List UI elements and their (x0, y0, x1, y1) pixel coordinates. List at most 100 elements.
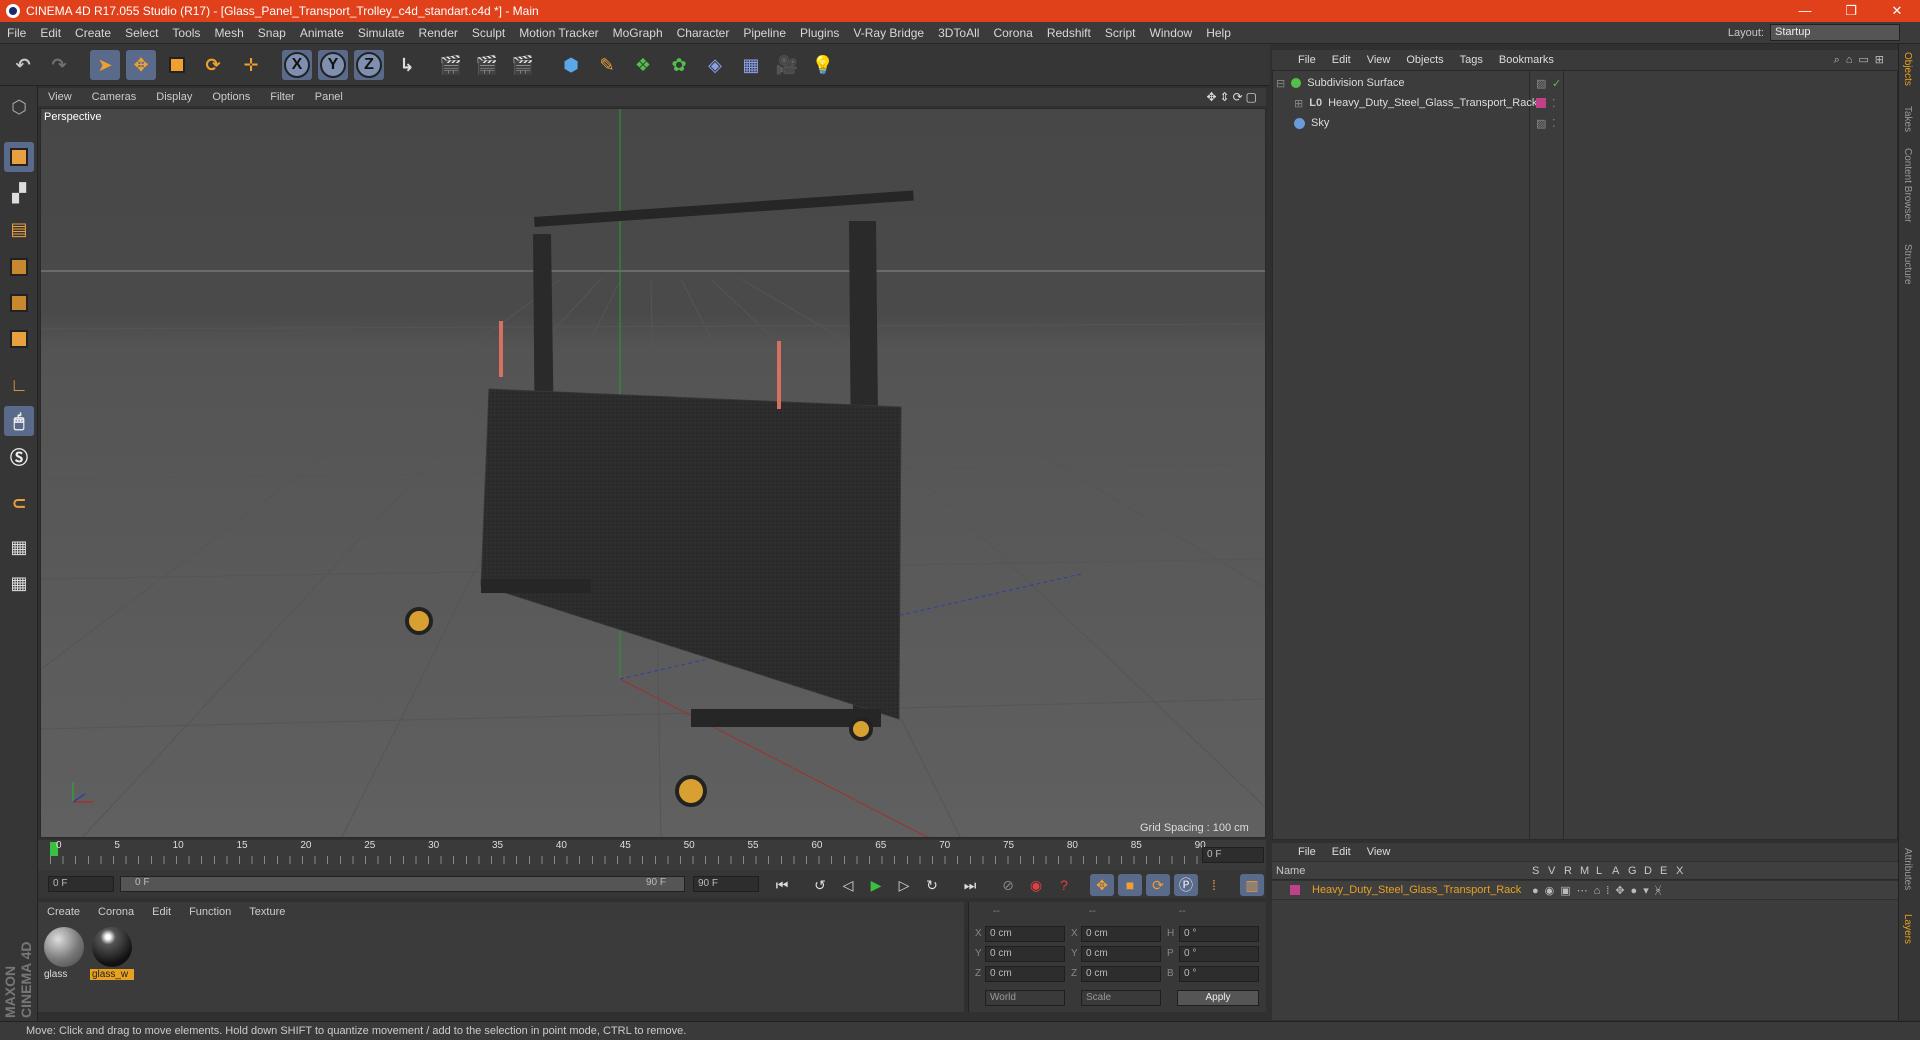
object-row-transport-rack[interactable]: ⊞ L0 Heavy_Duty_Steel_Glass_Transport_Ra… (1276, 94, 1894, 112)
material-menu-texture[interactable]: Texture (240, 906, 294, 918)
material-menu-function[interactable]: Function (180, 906, 240, 918)
objects-menu-file[interactable]: File (1272, 54, 1324, 66)
play-button[interactable]: ▶ (864, 874, 888, 896)
scale-button[interactable] (162, 50, 192, 80)
menu-create[interactable]: Create (68, 26, 118, 40)
viewport-menu-display[interactable]: Display (146, 91, 202, 103)
layers-menu-file[interactable]: File (1272, 846, 1324, 858)
render-settings-button[interactable]: 🎬 (508, 50, 538, 80)
lock-workplane-button[interactable]: ▦ (4, 532, 34, 562)
key-position-button[interactable]: ✥ (1090, 874, 1114, 896)
tab-objects[interactable]: Objects (1902, 52, 1913, 86)
live-selection-button[interactable]: ➤ (90, 50, 120, 80)
key-rotation-button[interactable]: ⟳ (1146, 874, 1170, 896)
previous-key-button[interactable]: ↺ (808, 874, 832, 896)
texture-mode-button[interactable]: ▞ (4, 178, 34, 208)
menu-motion-tracker[interactable]: Motion Tracker (512, 26, 605, 40)
menu-select[interactable]: Select (118, 26, 165, 40)
menu-simulate[interactable]: Simulate (351, 26, 412, 40)
move-button[interactable]: ✥ (126, 50, 156, 80)
mograph-cloner-button[interactable]: ✿ (664, 50, 694, 80)
menu-3dtoall[interactable]: 3DToAll (931, 26, 986, 40)
viewport-menu-cameras[interactable]: Cameras (82, 91, 147, 103)
menu-file[interactable]: File (0, 26, 33, 40)
render-view-button[interactable]: 🎬 (436, 50, 466, 80)
menu-mograph[interactable]: MoGraph (606, 26, 670, 40)
deformer-button[interactable]: ◈ (700, 50, 730, 80)
planar-workplane-button[interactable]: ▦ (4, 568, 34, 598)
make-editable-button[interactable]: ⬡ (4, 92, 34, 122)
tab-layers[interactable]: Layers (1902, 914, 1913, 944)
menu-vray-bridge[interactable]: V-Ray Bridge (846, 26, 931, 40)
viewport-menu-panel[interactable]: Panel (305, 91, 353, 103)
menu-redshift[interactable]: Redshift (1040, 26, 1098, 40)
tweak-mode-button[interactable]: 🖱 (4, 406, 34, 436)
tab-content-browser[interactable]: Content Browser (1902, 148, 1913, 222)
layer-row[interactable]: Heavy_Duty_Steel_Glass_Transport_Rack ●◉… (1272, 881, 1898, 899)
key-scale-button[interactable]: ■ (1118, 874, 1142, 896)
editor-visibility-icon[interactable]: ▨ (1536, 117, 1546, 130)
viewport-menu-filter[interactable]: Filter (260, 91, 304, 103)
enabled-check-icon[interactable]: ✓ (1552, 77, 1561, 90)
material-menu-corona[interactable]: Corona (89, 906, 143, 918)
close-button[interactable]: ✕ (1874, 0, 1920, 22)
current-frame-field[interactable]: 0 F (1202, 847, 1264, 863)
magnet-button[interactable]: ⊂ (4, 488, 34, 518)
restore-button[interactable]: ❐ (1828, 0, 1874, 22)
timeline-window-button[interactable]: ▥ (1240, 874, 1264, 896)
menu-animate[interactable]: Animate (293, 26, 351, 40)
3d-viewport[interactable] (40, 108, 1266, 838)
coordinate-system-button[interactable]: ↳ (392, 50, 422, 80)
model-mode-button[interactable] (4, 142, 34, 172)
material-glass-w[interactable]: glass_w (90, 925, 134, 981)
menu-script[interactable]: Script (1098, 26, 1143, 40)
position-z-field[interactable]: 0 cm (985, 966, 1065, 982)
keyframe-selection-button[interactable]: ? (1052, 874, 1076, 896)
layer-name[interactable]: Heavy_Duty_Steel_Glass_Transport_Rack (1312, 884, 1521, 896)
editor-visibility-icon[interactable]: ▨ (1536, 77, 1546, 90)
camera-button[interactable]: 🎥 (772, 50, 802, 80)
layers-menu-view[interactable]: View (1359, 846, 1399, 858)
key-parameter-button[interactable]: Ⓟ (1174, 874, 1198, 896)
size-y-field[interactable]: 0 cm (1081, 946, 1161, 962)
objects-menu-objects[interactable]: Objects (1398, 54, 1451, 66)
object-manager-tools[interactable]: ⌕⌂▭⊞ (1834, 53, 1890, 67)
material-glass[interactable]: glass (42, 925, 86, 981)
layer-color-swatch[interactable] (1290, 885, 1300, 895)
transform-button[interactable]: ✛ (236, 50, 266, 80)
menu-character[interactable]: Character (670, 26, 737, 40)
rotate-button[interactable]: ⟳ (198, 50, 228, 80)
rotation-p-field[interactable]: 0 ° (1179, 946, 1259, 962)
menu-pipeline[interactable]: Pipeline (736, 26, 793, 40)
size-z-field[interactable]: 0 cm (1081, 966, 1161, 982)
render-picture-viewer-button[interactable]: 🎬 (472, 50, 502, 80)
z-axis-button[interactable]: Z (354, 50, 384, 80)
workplane-mode-button[interactable]: ▤ (4, 214, 34, 244)
go-to-start-button[interactable]: ⏮ (770, 874, 794, 896)
visibility-dots-icon[interactable]: ⁚ (1552, 117, 1556, 130)
end-frame-field[interactable]: 90 F (693, 876, 759, 892)
autokey-button[interactable]: ◉ (1024, 874, 1048, 896)
objects-menu-bookmarks[interactable]: Bookmarks (1491, 54, 1562, 66)
objects-menu-view[interactable]: View (1359, 54, 1399, 66)
visibility-dots-icon[interactable]: ⁚ (1552, 97, 1556, 110)
menu-render[interactable]: Render (412, 26, 465, 40)
spline-pen-button[interactable]: ✎ (592, 50, 622, 80)
tab-attributes[interactable]: Attributes (1902, 848, 1913, 890)
tab-structure[interactable]: Structure (1902, 244, 1913, 285)
position-y-field[interactable]: 0 cm (985, 946, 1065, 962)
previous-frame-button[interactable]: ◁ (836, 874, 860, 896)
viewport-menu-options[interactable]: Options (202, 91, 260, 103)
layers-menu-edit[interactable]: Edit (1324, 846, 1359, 858)
axis-mode-button[interactable]: ∟ (4, 370, 34, 400)
collapse-icon[interactable]: ⊟ (1276, 77, 1285, 90)
layer-flag-icons[interactable]: ●◉▣⋯⌂⁞✥●▾ᚸ (1532, 884, 1667, 897)
menu-help[interactable]: Help (1199, 26, 1238, 40)
next-key-button[interactable]: ↻ (920, 874, 944, 896)
range-slider[interactable]: 0 F 90 F (120, 876, 685, 892)
menu-tools[interactable]: Tools (165, 26, 207, 40)
position-x-field[interactable]: 0 cm (985, 926, 1065, 942)
apply-button[interactable]: Apply (1177, 990, 1259, 1006)
edges-mode-button[interactable] (4, 288, 34, 318)
polygons-mode-button[interactable] (4, 324, 34, 354)
